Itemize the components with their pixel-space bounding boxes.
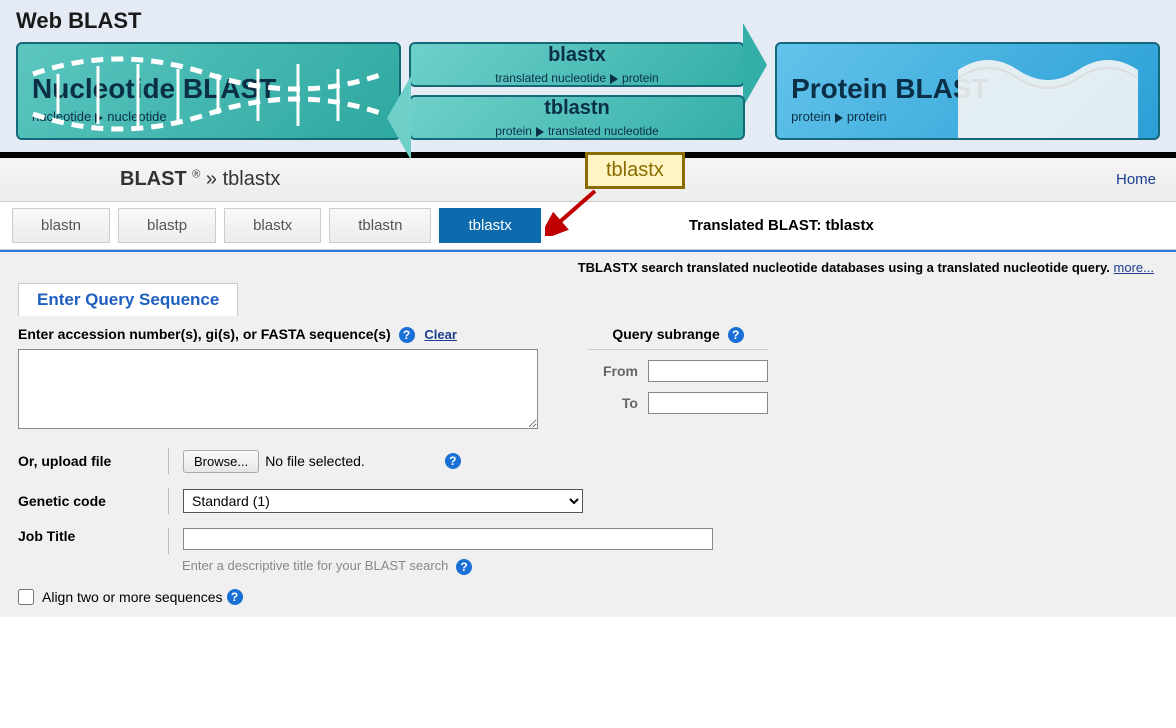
to-label: To (588, 395, 638, 411)
description-row: TBLASTX search translated nucleotide dat… (18, 252, 1158, 283)
protein-blast-card[interactable]: Protein BLAST proteinprotein (775, 42, 1160, 140)
separator (168, 448, 169, 474)
no-file-text: No file selected. (265, 453, 365, 469)
help-icon[interactable]: ? (445, 453, 461, 469)
job-title-input[interactable] (183, 528, 713, 550)
separator (168, 488, 169, 514)
breadcrumb: BLAST ® » tblastx (120, 168, 280, 191)
blastx-sub: translated nucleotideprotein (495, 71, 658, 85)
help-icon[interactable]: ? (728, 327, 744, 343)
job-title-hint: Enter a descriptive title for your BLAST… (182, 558, 1158, 575)
help-icon[interactable]: ? (456, 559, 472, 575)
seq-label: Enter accession number(s), gi(s), or FAS… (18, 326, 538, 343)
tblastn-sub: proteintranslated nucleotide (495, 124, 658, 138)
tab-tblastx[interactable]: tblastx (439, 208, 540, 243)
tab-blastp[interactable]: blastp (118, 208, 216, 243)
tabs-right-label: Translated BLAST: tblastx (689, 217, 874, 234)
triangle-right-icon (536, 127, 544, 137)
help-icon[interactable]: ? (399, 327, 415, 343)
triangle-right-icon (610, 74, 618, 84)
clear-link[interactable]: Clear (424, 327, 457, 342)
browse-button[interactable]: Browse... (183, 450, 259, 473)
tblastn-card[interactable]: tblastn proteintranslated nucleotide (409, 95, 745, 140)
page-title: Web BLAST (16, 8, 1160, 34)
from-label: From (588, 363, 638, 379)
from-input[interactable] (648, 360, 768, 382)
separator (168, 528, 169, 554)
tblastn-title: tblastn (544, 97, 610, 120)
home-link[interactable]: Home (1116, 171, 1156, 188)
arrow-icon (545, 186, 605, 236)
dna-graphic (28, 54, 388, 140)
sequence-textarea[interactable] (18, 349, 538, 429)
blastx-title: blastx (548, 44, 606, 67)
tab-blastx[interactable]: blastx (224, 208, 321, 243)
tab-blastn[interactable]: blastn (12, 208, 110, 243)
help-icon[interactable]: ? (227, 589, 243, 605)
triangle-right-icon (835, 113, 843, 123)
more-link[interactable]: more... (1114, 260, 1154, 275)
align-label: Align two or more sequences (42, 589, 223, 605)
nucleotide-blast-card[interactable]: Nucleotide BLAST nucleotidenucleotide (16, 42, 401, 140)
upload-label: Or, upload file (18, 453, 168, 469)
tab-tblastn[interactable]: tblastn (329, 208, 431, 243)
align-checkbox[interactable] (18, 589, 34, 605)
helix-graphic (938, 50, 1148, 140)
breadcrumb-row: BLAST ® » tblastx tblastx Home (0, 158, 1176, 202)
section-title: Enter Query Sequence (18, 283, 238, 316)
to-input[interactable] (648, 392, 768, 414)
subrange-title: Query subrange ? (588, 326, 768, 350)
annotation-box: tblastx (585, 152, 685, 189)
genetic-code-select[interactable]: Standard (1) (183, 489, 583, 513)
genetic-code-label: Genetic code (18, 493, 168, 509)
blastx-card[interactable]: blastx translated nucleotideprotein (409, 42, 745, 87)
job-title-label: Job Title (18, 528, 168, 544)
